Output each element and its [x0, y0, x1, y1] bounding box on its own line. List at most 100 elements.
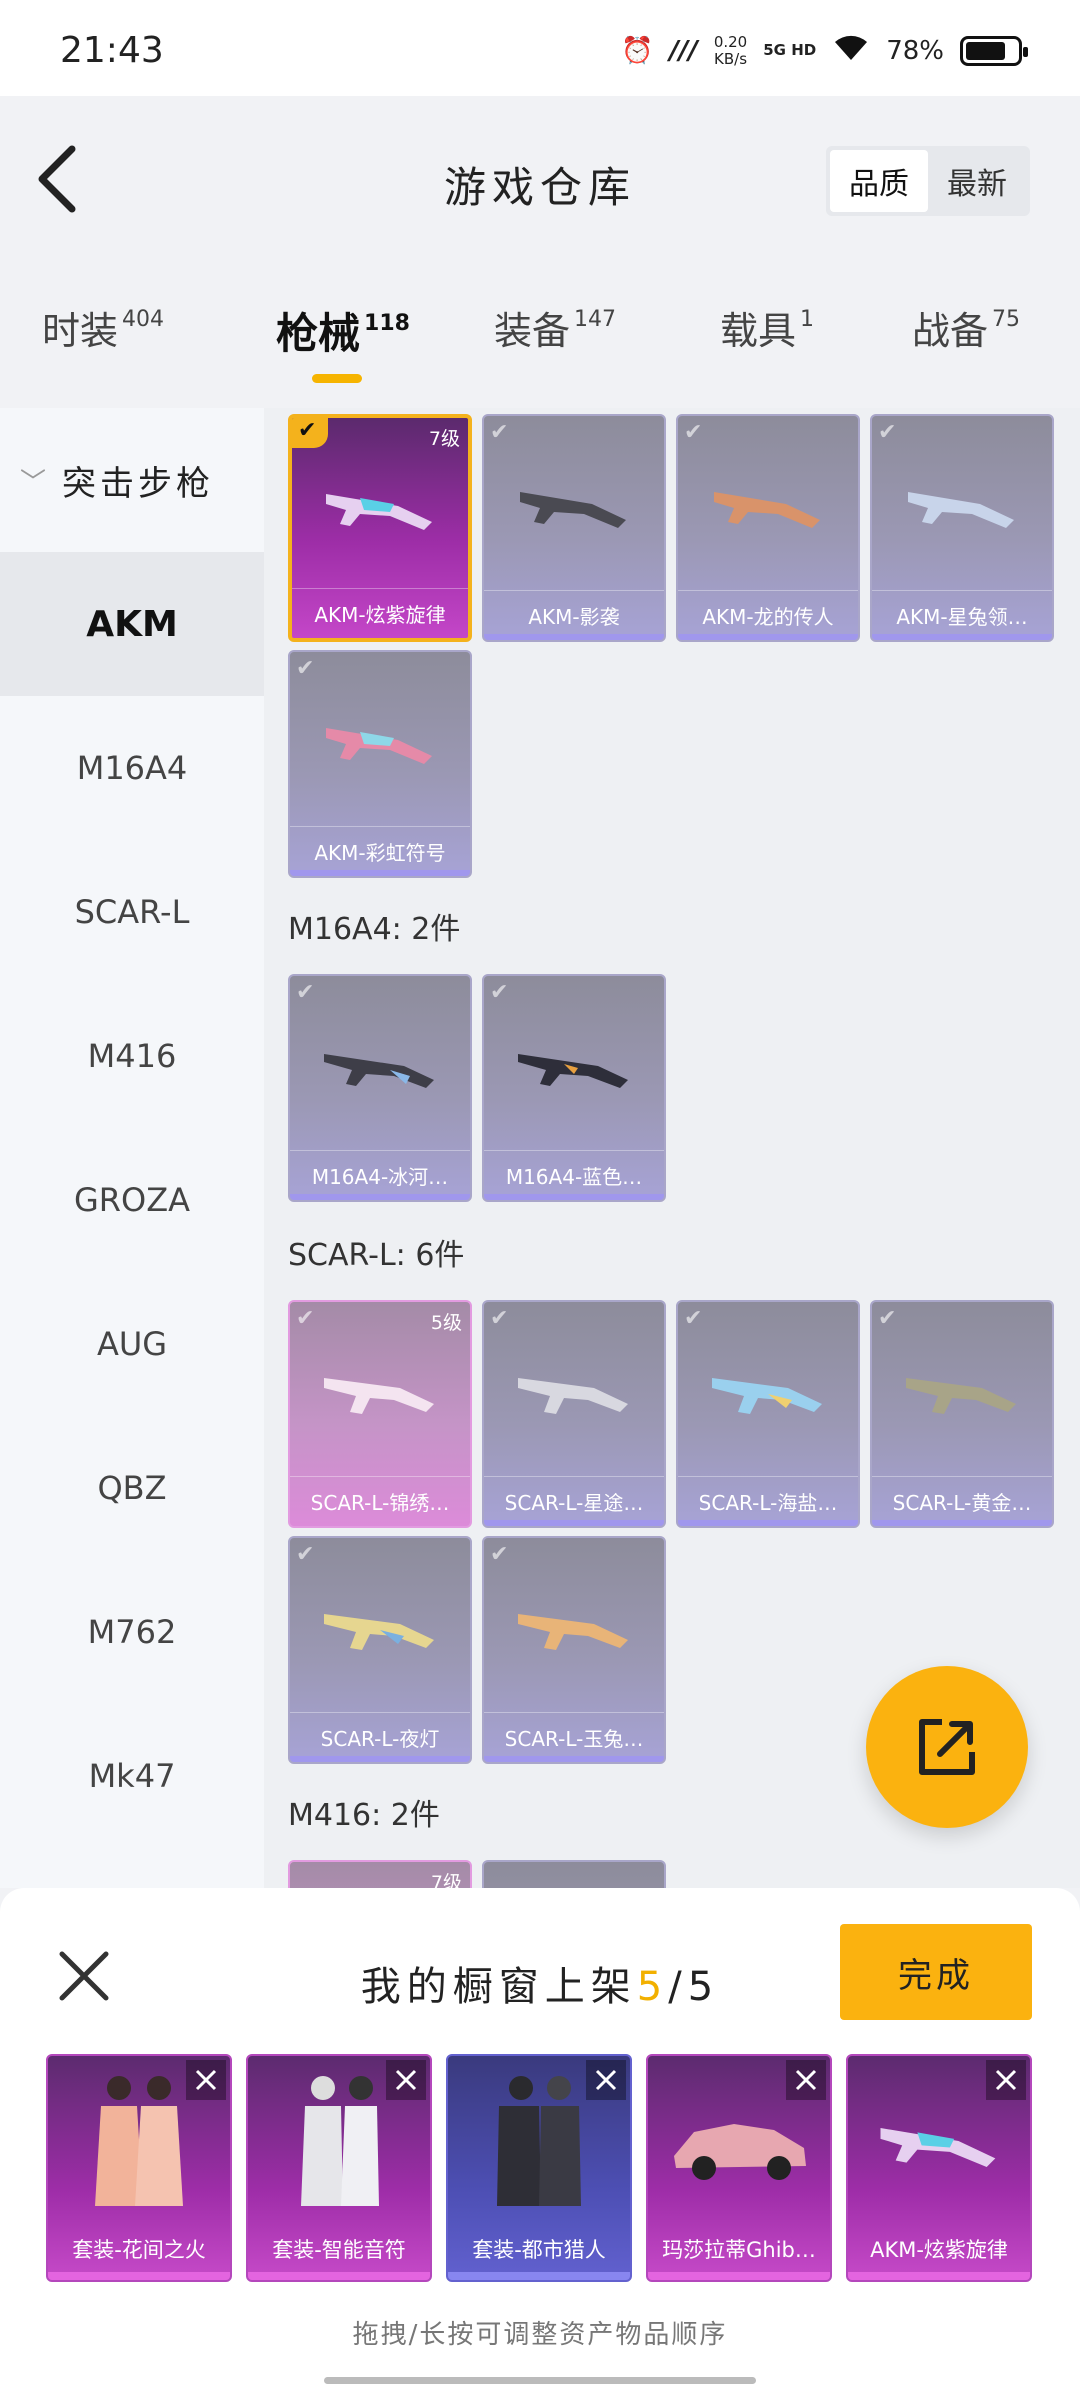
wifi-icon — [832, 32, 870, 69]
sidebar-item-groza[interactable]: GROZA — [0, 1128, 264, 1272]
tab-guns[interactable]: 枪械 118 — [276, 300, 410, 361]
showcase-item-name: AKM-炫紫旋律 — [870, 2238, 1008, 2262]
weapon-name: SCAR-L-夜灯 — [290, 1712, 470, 1762]
active-tab-indicator — [312, 374, 362, 383]
check-icon: ✔ — [490, 420, 509, 445]
tab-vehicles[interactable]: 载具 1 — [720, 300, 814, 355]
weapon-card[interactable]: ✔ SCAR-L-夜灯 — [288, 1536, 472, 1764]
weapon-card[interactable]: ✔ 7级 AKM-炫紫旋律 — [288, 414, 472, 642]
weapon-name: SCAR-L-黄金… — [872, 1476, 1052, 1526]
section-title-scar-l: SCAR-L: 6件 — [288, 1238, 465, 1273]
sort-latest-button[interactable]: 最新 — [928, 150, 1026, 212]
remove-item-button[interactable] — [986, 2060, 1026, 2100]
remove-item-button[interactable] — [186, 2060, 226, 2100]
sidebar-item-m762[interactable]: M762 — [0, 1560, 264, 1704]
weapon-card[interactable]: ✔ AKM-影袭 — [482, 414, 666, 642]
showcase-item[interactable]: AKM-炫紫旋律 — [846, 2054, 1032, 2282]
showcase-list: 套装-花间之火 套装-智能音符 套装-都市猎人 玛莎拉蒂Ghib… AKM-炫紫… — [46, 2054, 1046, 2286]
weapon-name: AKM-星兔领… — [872, 590, 1052, 640]
tab-battle-gear[interactable]: 战备 75 — [912, 300, 1020, 355]
signal-strength-icon: /// — [669, 35, 698, 66]
weapon-card[interactable]: ✔ SCAR-L-海盐… — [676, 1300, 860, 1528]
showcase-item[interactable]: 套装-花间之火 — [46, 2054, 232, 2282]
sort-quality-button[interactable]: 品质 — [830, 150, 928, 212]
done-button[interactable]: 完成 — [840, 1924, 1032, 2020]
close-icon — [595, 2069, 617, 2091]
check-icon: ✔ — [296, 656, 315, 681]
weapon-name: SCAR-L-锦绣… — [290, 1476, 470, 1526]
sidebar-item-qbz[interactable]: QBZ — [0, 1416, 264, 1560]
sidebar-item-m16a4[interactable]: M16A4 — [0, 696, 264, 840]
tab-equipment[interactable]: 装备 147 — [494, 300, 616, 355]
check-icon: ✔ — [490, 1542, 509, 1567]
showcase-item[interactable]: 套装-都市猎人 — [446, 2054, 632, 2282]
network-speed: 0.20 KB/s — [713, 32, 748, 68]
check-icon: ✔ — [296, 980, 315, 1005]
weapon-card[interactable]: 7级 — [288, 1860, 472, 1888]
alarm-icon: ⏰ — [620, 35, 654, 66]
close-icon — [395, 2069, 417, 2091]
battery-icon — [960, 35, 1028, 66]
weapon-name: SCAR-L-星途… — [484, 1476, 664, 1526]
tab-fashion[interactable]: 时装 404 — [42, 300, 164, 355]
weapon-card[interactable]: ✔ AKM-龙的传人 — [676, 414, 860, 642]
close-icon — [795, 2069, 817, 2091]
weapon-card[interactable]: ✔ AKM-星兔领… — [870, 414, 1054, 642]
weapon-level: 7级 — [428, 428, 460, 450]
chevron-down-icon: ﹀ — [20, 467, 51, 498]
status-icons: ⏰ /// 0.20 KB/s 5G HD 78% — [620, 32, 1028, 69]
remove-item-button[interactable] — [786, 2060, 826, 2100]
showcase-item-name: 套装-智能音符 — [272, 2238, 406, 2262]
showcase-item-name: 玛莎拉蒂Ghib… — [662, 2238, 816, 2262]
share-button[interactable] — [866, 1666, 1028, 1828]
weapon-name: SCAR-L-玉兔… — [484, 1712, 664, 1762]
sidebar-group-assault-rifles[interactable]: ﹀ 突击步枪 — [0, 408, 264, 552]
weapon-name: M16A4-冰河… — [290, 1150, 470, 1200]
close-icon — [195, 2069, 217, 2091]
showcase-item-name: 套装-都市猎人 — [472, 2238, 606, 2262]
sidebar-item-scar-l[interactable]: SCAR-L — [0, 840, 264, 984]
home-indicator[interactable] — [324, 2377, 756, 2384]
weapon-card[interactable]: ✔ SCAR-L-黄金… — [870, 1300, 1054, 1528]
showcase-item-name: 套装-花间之火 — [72, 2238, 206, 2262]
check-icon: ✔ — [296, 1306, 315, 1331]
network-type: 5G HD — [763, 41, 817, 59]
remove-item-button[interactable] — [386, 2060, 426, 2100]
close-icon — [995, 2069, 1017, 2091]
selected-check-icon: ✔ — [292, 418, 328, 448]
weapon-name: AKM-炫紫旋律 — [292, 588, 468, 638]
weapon-card[interactable]: ✔ SCAR-L-星途… — [482, 1300, 666, 1528]
weapon-card[interactable]: ✔ M16A4-冰河… — [288, 974, 472, 1202]
status-bar: 21:43 ⏰ /// 0.20 KB/s 5G HD 78% — [0, 0, 1080, 96]
weapon-card[interactable]: ✔ SCAR-L-玉兔… — [482, 1536, 666, 1764]
weapon-card[interactable] — [482, 1860, 666, 1888]
remove-item-button[interactable] — [586, 2060, 626, 2100]
category-tabs: 时装 404 枪械 118 装备 147 载具 1 战备 75 — [0, 270, 1080, 402]
reorder-hint: 拖拽/长按可调整资产物品顺序 — [352, 2320, 728, 2350]
weapon-name: M16A4-蓝色… — [484, 1150, 664, 1200]
sidebar-item-m416[interactable]: M416 — [0, 984, 264, 1128]
weapon-card[interactable]: ✔ 5级 SCAR-L-锦绣… — [288, 1300, 472, 1528]
weapon-name: AKM-影袭 — [484, 590, 664, 640]
check-icon: ✔ — [684, 420, 703, 445]
weapon-name: AKM-彩虹符号 — [290, 826, 470, 876]
check-icon: ✔ — [296, 1542, 315, 1567]
showcase-item[interactable]: 玛莎拉蒂Ghib… — [646, 2054, 832, 2282]
section-title-m416: M416: 2件 — [288, 1798, 440, 1833]
section-title-m16a4: M16A4: 2件 — [288, 912, 461, 947]
header: 游戏仓库 品质 最新 — [0, 96, 1080, 264]
check-icon: ✔ — [878, 1306, 897, 1331]
sort-toggle: 品质 最新 — [826, 146, 1030, 216]
sidebar-item-aug[interactable]: AUG — [0, 1272, 264, 1416]
weapon-name: SCAR-L-海盐… — [678, 1476, 858, 1526]
weapon-sidebar: ﹀ 突击步枪 AKM M16A4 SCAR-L M416 GROZA AUG Q… — [0, 408, 264, 1888]
weapon-card[interactable]: ✔ AKM-彩虹符号 — [288, 650, 472, 878]
sidebar-item-mk47[interactable]: Mk47 — [0, 1704, 264, 1848]
check-icon: ✔ — [490, 1306, 509, 1331]
showcase-item[interactable]: 套装-智能音符 — [246, 2054, 432, 2282]
weapon-name: AKM-龙的传人 — [678, 590, 858, 640]
status-time: 21:43 — [60, 30, 164, 71]
weapon-level: 7级 — [430, 1872, 462, 1888]
sidebar-item-akm[interactable]: AKM — [0, 552, 264, 696]
weapon-card[interactable]: ✔ M16A4-蓝色… — [482, 974, 666, 1202]
